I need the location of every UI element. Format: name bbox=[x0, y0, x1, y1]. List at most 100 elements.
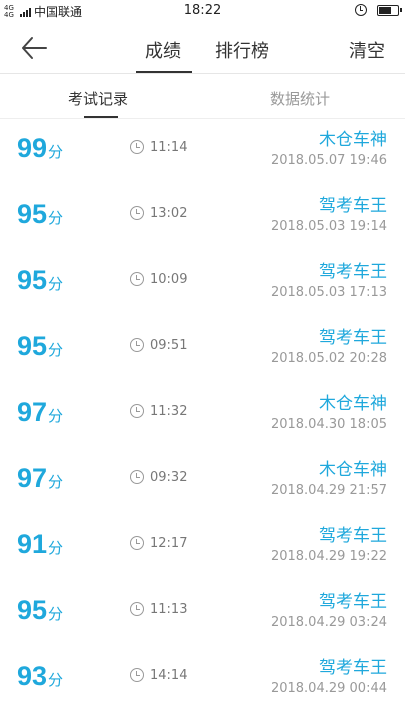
exam-time: 18:05 bbox=[349, 417, 387, 432]
list-item[interactable]: 91分 12:17 驾考车王 2018.04.29 19:22 bbox=[0, 515, 405, 581]
exam-date: 2018.04.29 bbox=[270, 615, 346, 630]
clock-icon bbox=[130, 272, 144, 286]
rank-title: 驾考车王 bbox=[319, 526, 387, 546]
score: 95分 bbox=[17, 331, 63, 362]
exam-time: 19:22 bbox=[349, 549, 387, 564]
score: 97分 bbox=[17, 397, 63, 428]
rank-title: 驾考车王 bbox=[319, 658, 387, 678]
duration: 14:14 bbox=[150, 668, 188, 683]
duration: 12:17 bbox=[150, 536, 188, 551]
exam-date: 2018.05.02 bbox=[270, 351, 346, 366]
clock-icon bbox=[130, 470, 144, 484]
rank-title: 木仓车神 bbox=[319, 130, 387, 150]
list-item[interactable]: 97分 09:32 木仓车神 2018.04.29 21:57 bbox=[0, 449, 405, 515]
rank-title: 驾考车王 bbox=[319, 196, 387, 216]
exam-datetime: 2018.04.29 19:22 bbox=[271, 549, 387, 564]
tab-exam-records[interactable]: 考试记录 bbox=[68, 88, 128, 109]
exam-date: 2018.05.03 bbox=[270, 219, 346, 234]
duration: 13:02 bbox=[150, 206, 188, 221]
score-value: 97 bbox=[17, 397, 48, 427]
tab-data-stats[interactable]: 数据统计 bbox=[270, 88, 330, 109]
rank-title: 驾考车王 bbox=[319, 328, 387, 348]
score-value: 95 bbox=[17, 595, 48, 625]
rank-title: 驾考车王 bbox=[319, 592, 387, 612]
score-value: 95 bbox=[17, 265, 48, 295]
exam-date: 2018.05.03 bbox=[270, 285, 346, 300]
score: 95分 bbox=[17, 265, 63, 296]
score-unit: 分 bbox=[48, 539, 64, 557]
exam-datetime: 2018.04.29 03:24 bbox=[271, 615, 387, 630]
clock-icon bbox=[130, 404, 144, 418]
tab-leaderboard[interactable]: 排行榜 bbox=[215, 37, 269, 63]
clock-icon bbox=[130, 602, 144, 616]
score: 97分 bbox=[17, 463, 63, 494]
score-unit: 分 bbox=[48, 143, 64, 161]
score-value: 95 bbox=[17, 199, 48, 229]
arrow-left-icon bbox=[22, 37, 47, 59]
back-button[interactable] bbox=[20, 35, 48, 61]
duration: 11:14 bbox=[150, 140, 188, 155]
score-unit: 分 bbox=[48, 605, 64, 623]
clock-time: 18:22 bbox=[183, 3, 222, 18]
list-item[interactable]: 95分 10:09 驾考车王 2018.05.03 17:13 bbox=[0, 251, 405, 317]
exam-datetime: 2018.05.03 17:13 bbox=[271, 285, 387, 300]
score-value: 91 bbox=[17, 529, 48, 559]
score: 91分 bbox=[17, 529, 63, 560]
alarm-icon bbox=[355, 4, 367, 16]
list-item[interactable]: 93分 14:14 驾考车王 2018.04.29 00:44 bbox=[0, 647, 405, 713]
score: 95分 bbox=[17, 595, 63, 626]
clear-button[interactable]: 清空 bbox=[349, 37, 385, 63]
list-item[interactable]: 95分 09:51 驾考车王 2018.05.02 20:28 bbox=[0, 317, 405, 383]
duration: 11:13 bbox=[150, 602, 188, 617]
list-item[interactable]: 99分 11:14 木仓车神 2018.05.07 19:46 bbox=[0, 119, 405, 185]
score-value: 99 bbox=[17, 133, 48, 163]
rank-title: 木仓车神 bbox=[319, 460, 387, 480]
nav-bar: 成绩 排行榜 清空 bbox=[0, 22, 405, 74]
clock-icon bbox=[130, 140, 144, 154]
record-list: 99分 11:14 木仓车神 2018.05.07 19:46 95分 13:0… bbox=[0, 119, 405, 713]
exam-time: 20:28 bbox=[349, 351, 387, 366]
score: 99分 bbox=[17, 133, 63, 164]
exam-date: 2018.04.29 bbox=[270, 681, 346, 696]
score-value: 95 bbox=[17, 331, 48, 361]
list-item[interactable]: 95分 11:13 驾考车王 2018.04.29 03:24 bbox=[0, 581, 405, 647]
score-value: 93 bbox=[17, 661, 48, 691]
exam-datetime: 2018.04.29 21:57 bbox=[271, 483, 387, 498]
exam-date: 2018.04.30 bbox=[270, 417, 346, 432]
exam-time: 21:57 bbox=[349, 483, 387, 498]
rank-title: 木仓车神 bbox=[319, 394, 387, 414]
score-unit: 分 bbox=[48, 341, 64, 359]
exam-time: 19:14 bbox=[349, 219, 387, 234]
exam-time: 17:13 bbox=[349, 285, 387, 300]
score: 95分 bbox=[17, 199, 63, 230]
duration: 09:32 bbox=[150, 470, 188, 485]
status-right bbox=[355, 4, 402, 16]
score-unit: 分 bbox=[48, 407, 64, 425]
clock-icon bbox=[130, 536, 144, 550]
active-tab-indicator bbox=[136, 71, 192, 73]
list-item[interactable]: 95分 13:02 驾考车王 2018.05.03 19:14 bbox=[0, 185, 405, 251]
active-subtab-indicator bbox=[84, 116, 118, 118]
exam-datetime: 2018.05.02 20:28 bbox=[271, 351, 387, 366]
clock-icon bbox=[130, 206, 144, 220]
duration: 11:32 bbox=[150, 404, 188, 419]
duration: 09:51 bbox=[150, 338, 188, 353]
exam-time: 00:44 bbox=[349, 681, 387, 696]
tab-scores[interactable]: 成绩 bbox=[145, 37, 181, 63]
exam-date: 2018.04.29 bbox=[270, 483, 346, 498]
status-bar: 4G 4G 中国联通 18:22 bbox=[0, 0, 405, 22]
exam-date: 2018.04.29 bbox=[270, 549, 346, 564]
exam-datetime: 2018.05.03 19:14 bbox=[271, 219, 387, 234]
score-unit: 分 bbox=[48, 671, 64, 689]
sub-tabs: 考试记录 数据统计 bbox=[0, 75, 405, 119]
clock-icon bbox=[130, 668, 144, 682]
exam-datetime: 2018.04.29 00:44 bbox=[271, 681, 387, 696]
battery-icon bbox=[377, 4, 402, 16]
exam-time: 19:46 bbox=[349, 153, 387, 168]
list-item[interactable]: 97分 11:32 木仓车神 2018.04.30 18:05 bbox=[0, 383, 405, 449]
duration: 10:09 bbox=[150, 272, 188, 287]
exam-datetime: 2018.05.07 19:46 bbox=[271, 153, 387, 168]
exam-datetime: 2018.04.30 18:05 bbox=[271, 417, 387, 432]
score-unit: 分 bbox=[48, 473, 64, 491]
score-unit: 分 bbox=[48, 209, 64, 227]
